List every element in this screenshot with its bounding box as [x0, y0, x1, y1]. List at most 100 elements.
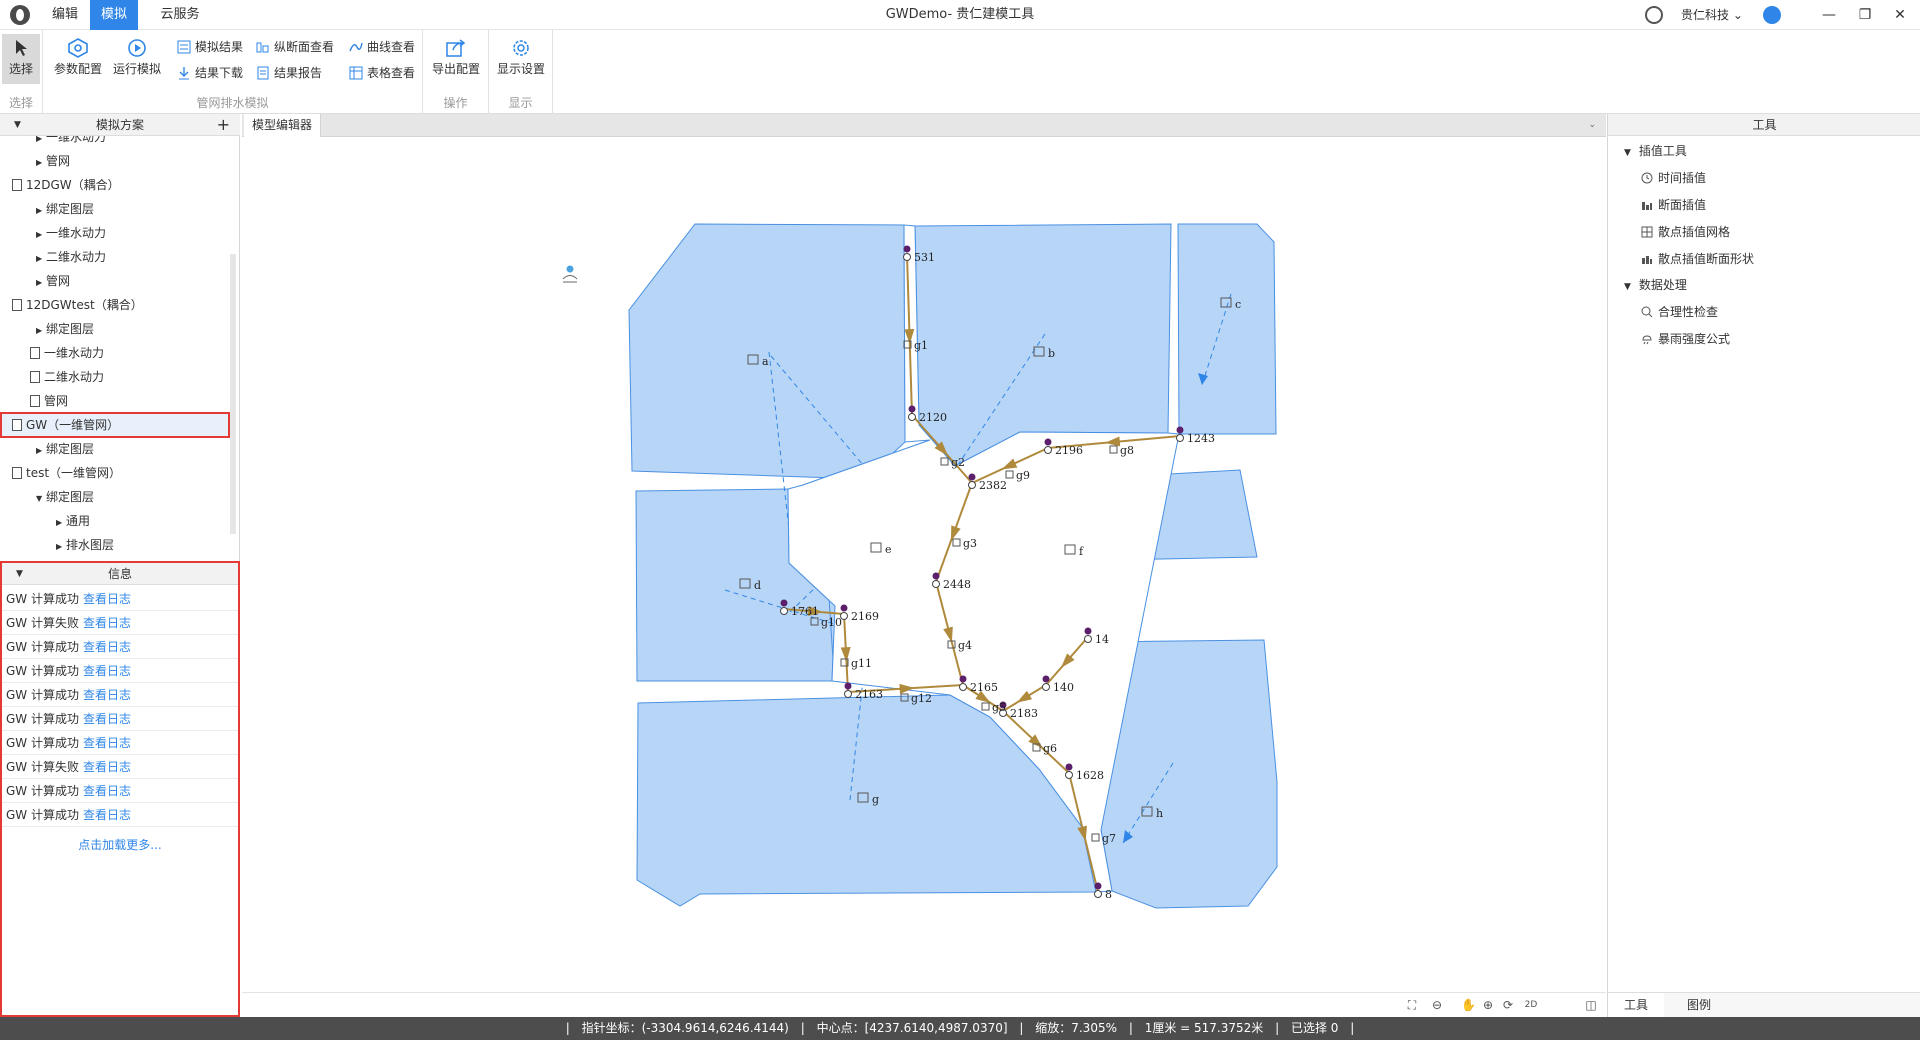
node-8[interactable]: [1094, 882, 1102, 890]
rain-gauge-icon[interactable]: [562, 265, 578, 283]
tree-item[interactable]: ▶ 绑定图层: [36, 438, 94, 460]
pan-hand-icon[interactable]: ✋: [1461, 998, 1476, 1012]
params-config-button[interactable]: 参数配置: [50, 34, 106, 84]
mode-2d-button[interactable]: 2D: [1521, 998, 1541, 1012]
caret-down-icon[interactable]: ▼: [36, 488, 46, 510]
caret-right-icon[interactable]: ▶: [36, 224, 46, 246]
tree-item[interactable]: ▶ 绑定图层: [36, 198, 94, 220]
node-2169[interactable]: [840, 604, 848, 612]
caret-right-icon[interactable]: ▶: [56, 536, 66, 556]
tab-tools[interactable]: 工具: [1608, 993, 1664, 1018]
rain-formula-item[interactable]: 暴雨强度公式: [1641, 328, 1730, 350]
refresh-icon[interactable]: ⟳: [1501, 998, 1515, 1012]
node-2448[interactable]: [932, 572, 940, 580]
tab-edit[interactable]: 编辑: [40, 0, 90, 30]
result-report-button[interactable]: 结果报告: [256, 63, 322, 83]
load-more-link[interactable]: 点击加载更多...: [2, 836, 238, 853]
scheme-panel-header[interactable]: ▼ 模拟方案 +: [0, 114, 240, 136]
select-button[interactable]: 选择: [2, 34, 40, 84]
tree-item[interactable]: 12DGW（耦合）: [12, 174, 120, 196]
caret-down-icon[interactable]: ▼: [16, 563, 23, 585]
help-icon[interactable]: [1645, 6, 1663, 24]
run-simulation-button[interactable]: 运行模拟: [109, 34, 165, 84]
caret-right-icon[interactable]: ▶: [36, 248, 46, 270]
catchment-b[interactable]: [914, 223, 1172, 467]
tab-simulate[interactable]: 模拟: [90, 0, 138, 30]
caret-right-icon[interactable]: ▶: [36, 440, 46, 462]
zoom-out-icon[interactable]: ⊖: [1430, 998, 1444, 1012]
tree-item[interactable]: ▶ 一维水动力: [36, 222, 106, 244]
node-2165[interactable]: [959, 675, 967, 683]
section-data-processing[interactable]: ▼ 数据处理: [1624, 274, 1687, 296]
tree-item[interactable]: ▶ 通用: [56, 510, 90, 532]
view-log-link[interactable]: 查看日志: [83, 760, 131, 774]
tree-item[interactable]: ▶ 绑定图层: [36, 318, 94, 340]
node-14[interactable]: [1084, 627, 1092, 635]
validity-check-item[interactable]: 合理性检查: [1641, 301, 1718, 323]
view-log-link[interactable]: 查看日志: [83, 664, 131, 678]
caret-down-icon[interactable]: ▼: [14, 114, 21, 136]
node-2196[interactable]: [1044, 438, 1052, 446]
tree-item[interactable]: ▶ 二维水动力: [36, 246, 106, 268]
sim-result-button[interactable]: 模拟结果: [177, 37, 243, 57]
caret-right-icon[interactable]: ▶: [36, 320, 46, 342]
tree-item[interactable]: ▶ 管网: [36, 150, 70, 172]
tree-item[interactable]: 二维水动力: [30, 366, 104, 388]
display-settings-button[interactable]: 显示设置: [493, 34, 549, 84]
caret-right-icon[interactable]: ▶: [36, 272, 46, 294]
view-log-link[interactable]: 查看日志: [83, 592, 131, 606]
caret-right-icon[interactable]: ▶: [56, 512, 66, 534]
catchment-a[interactable]: [628, 223, 906, 480]
view-log-link[interactable]: 查看日志: [83, 784, 131, 798]
node-2120[interactable]: [908, 405, 916, 413]
close-button[interactable]: ✕: [1880, 0, 1920, 30]
tree-item[interactable]: 12DGWtest（耦合）: [12, 294, 143, 316]
tree-item[interactable]: 一维水动力: [30, 342, 104, 364]
tree-item[interactable]: GW（一维管网）: [0, 412, 230, 438]
chevron-down-icon[interactable]: ⌄: [1588, 114, 1596, 137]
table-view-button[interactable]: 表格查看: [349, 63, 415, 83]
info-panel-header[interactable]: ▼ 信息: [2, 563, 238, 585]
tree-item[interactable]: ▶ 排水图层: [56, 534, 114, 556]
tree-item[interactable]: ▼ 绑定图层: [36, 486, 94, 508]
node-2382[interactable]: [968, 473, 976, 481]
caret-right-icon[interactable]: ▶: [36, 200, 46, 222]
node-531[interactable]: [903, 245, 911, 253]
view-log-link[interactable]: 查看日志: [83, 736, 131, 750]
tab-cloud-service[interactable]: 云服务: [150, 0, 210, 30]
fullscreen-icon[interactable]: ⛶: [1405, 998, 1419, 1012]
time-interpolation-item[interactable]: 时间插值: [1641, 167, 1706, 189]
add-scheme-button[interactable]: +: [217, 114, 230, 136]
tree-item[interactable]: test（一维管网）: [12, 462, 121, 484]
profile-view-button[interactable]: 纵断面查看: [256, 37, 334, 57]
map-svg[interactable]: g1g2g3g4g5g6g7g8g9g10g11g125312120219612…: [242, 137, 1606, 992]
result-download-button[interactable]: 结果下载: [177, 63, 243, 83]
tab-model-editor[interactable]: 模型编辑器: [244, 114, 322, 137]
node-2163[interactable]: [844, 682, 852, 690]
zoom-in-icon[interactable]: ⊕: [1481, 998, 1495, 1012]
view-log-link[interactable]: 查看日志: [83, 808, 131, 822]
tab-legend[interactable]: 图例: [1671, 993, 1727, 1018]
node-1761[interactable]: [780, 599, 788, 607]
minimize-button[interactable]: —: [1809, 0, 1849, 30]
view-log-link[interactable]: 查看日志: [83, 688, 131, 702]
node-140[interactable]: [1042, 675, 1050, 683]
node-1243[interactable]: [1176, 426, 1184, 434]
caret-right-icon[interactable]: ▶: [36, 136, 46, 150]
view-log-link[interactable]: 查看日志: [83, 712, 131, 726]
curve-view-button[interactable]: 曲线查看: [349, 37, 415, 57]
caret-right-icon[interactable]: ▶: [36, 152, 46, 174]
tree-item[interactable]: ▶ 一维水动力: [36, 136, 106, 148]
catchment-c[interactable]: [1177, 223, 1277, 435]
user-avatar-icon[interactable]: [1763, 6, 1781, 24]
view-log-link[interactable]: 查看日志: [83, 640, 131, 654]
restore-button[interactable]: ❐: [1845, 0, 1885, 30]
section-interpolation[interactable]: ▼ 插值工具: [1624, 140, 1687, 162]
view-log-link[interactable]: 查看日志: [83, 616, 131, 630]
export-config-button[interactable]: 导出配置: [428, 34, 484, 84]
node-1628[interactable]: [1065, 763, 1073, 771]
tree-scrollbar[interactable]: [230, 254, 236, 534]
scatter-section-item[interactable]: 散点插值断面形状: [1641, 248, 1754, 270]
tree-item[interactable]: 管网: [30, 390, 68, 412]
section-interpolation-item[interactable]: 断面插值: [1641, 194, 1706, 216]
